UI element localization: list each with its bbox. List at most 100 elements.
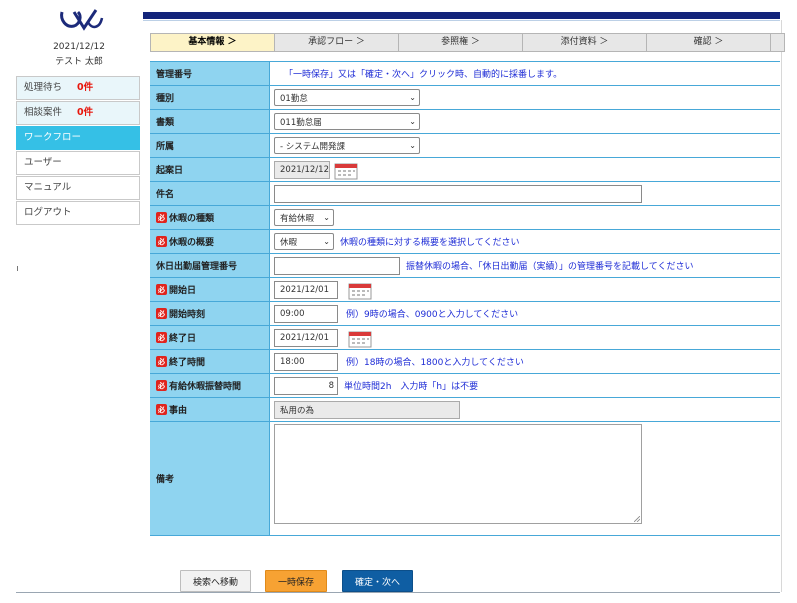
field-label: 種別 [150,86,270,109]
end-time-note: 例）18時の場合、1800と入力してください [346,358,524,368]
row-reason: 必 事由 私用の為 [150,398,780,422]
consultation-count: 0件 [77,107,94,118]
field-label: 必 事由 [150,398,270,421]
leave-summary-select[interactable]: 休暇 ⌄ [274,233,334,250]
chevron-down-icon: ⌄ [409,117,416,126]
required-badge: 必 [156,212,167,223]
calendar-icon[interactable] [334,162,358,179]
field-label: 必 終了日 [150,326,270,349]
tab-attachments[interactable]: 添付資料 ＞ [523,34,647,51]
field-label: 必 開始日 [150,278,270,301]
sidebar-item-users[interactable]: ユーザー [16,151,140,175]
step-tabs: 基本情報 ＞ 承認フロー ＞ 参照権 ＞ 添付資料 ＞ 確認 ＞ [150,33,785,52]
start-time-label: 開始時刻 [169,310,206,320]
tab-reference-rights[interactable]: 参照権 ＞ [399,34,523,51]
sidebar-item-pending[interactable]: 処理待ち 0件 [16,76,140,100]
leave-summary-note: 休暇の種類に対する概要を選択してください [340,238,520,248]
field-label: 休日出勤届管理番号 [150,254,270,277]
department-value: - システム開発課 [280,141,346,152]
document-select[interactable]: 011勤怠届 ⌄ [274,113,420,130]
tab-filler [771,34,784,51]
calendar-icon[interactable] [348,282,372,299]
header-divider [143,20,780,21]
sidebar-item-consultation[interactable]: 相談案件 0件 [16,101,140,125]
draft-date-input[interactable]: 2021/12/12 [274,160,330,179]
row-end-time: 必 終了時間 18:00 例）18時の場合、1800と入力してください [150,350,780,374]
leave-type-select[interactable]: 有給休暇 ⌄ [274,209,334,226]
row-department: 所属 - システム開発課 ⌄ [150,134,780,158]
calendar-icon[interactable] [348,330,372,347]
row-management-number: 管理番号 「一時保存」又は「確定・次へ」クリック時、自動的に採番します。 [150,62,780,86]
tab-approval-flow[interactable]: 承認フロー ＞ [275,34,399,51]
field-label: 件名 [150,182,270,205]
end-time-input[interactable]: 18:00 [274,352,338,371]
sidebar-item-label: 処理待ち [24,82,63,93]
tab-basic-info[interactable]: 基本情報 ＞ [151,34,275,51]
sidebar-item-logout[interactable]: ログアウト [16,201,140,225]
required-badge: 必 [156,284,167,295]
pending-count: 0件 [77,82,94,93]
field-label: 必 開始時刻 [150,302,270,325]
application-form: 管理番号 「一時保存」又は「確定・次へ」クリック時、自動的に採番します。 種別 … [150,61,780,536]
field-label: 起案日 [150,158,270,181]
leave-type-label: 休暇の種類 [169,214,215,224]
paid-leave-hours-input[interactable]: 8 [274,376,338,395]
leave-summary-label: 休暇の概要 [169,238,215,248]
divider [17,266,18,271]
user-name: テスト 太郎 [55,57,103,67]
reason-label: 事由 [169,406,188,416]
resize-handle-icon[interactable] [634,516,640,522]
end-time-label: 終了時間 [169,358,206,368]
field-label: 備考 [150,422,270,535]
field-label: 必 休暇の概要 [150,230,270,253]
page-edge [781,20,782,592]
start-date-input[interactable]: 2021/12/01 [274,280,338,299]
paid-leave-hours-label: 有給休暇振替時間 [169,382,242,392]
leave-summary-value: 休暇 [280,237,298,248]
end-date-label: 終了日 [169,334,197,344]
remarks-textarea[interactable] [274,424,642,524]
chevron-down-icon: ⌄ [409,93,416,102]
subject-input[interactable] [274,184,642,203]
row-start-time: 必 開始時刻 09:00 例）9時の場合、0900と入力してください [150,302,780,326]
temporary-save-button[interactable]: 一時保存 [265,570,327,592]
leave-type-value: 有給休暇 [280,213,315,224]
row-remarks: 備考 [150,422,780,536]
current-date: 2021/12/12 [53,42,105,52]
category-value: 01勤怠 [280,93,308,104]
company-logo [58,8,104,34]
category-select[interactable]: 01勤怠 ⌄ [274,89,420,106]
start-date-label: 開始日 [169,286,197,296]
row-category: 種別 01勤怠 ⌄ [150,86,780,110]
sidebar-menu: 処理待ち 0件 相談案件 0件 ワークフロー ユーザー マニュアル ログアウト [16,76,140,226]
required-badge: 必 [156,236,167,247]
required-badge: 必 [156,308,167,319]
end-date-input[interactable]: 2021/12/01 [274,328,338,347]
department-select[interactable]: - システム開発課 ⌄ [274,137,420,154]
field-label: 必 有給休暇振替時間 [150,374,270,397]
search-move-button[interactable]: 検索へ移動 [180,570,251,592]
row-document: 書類 011勤怠届 ⌄ [150,110,780,134]
field-label: 管理番号 [150,62,270,85]
sidebar-item-workflow[interactable]: ワークフロー [16,126,140,150]
field-label: 必 休暇の種類 [150,206,270,229]
required-badge: 必 [156,356,167,367]
holiday-work-note: 振替休暇の場合、「休日出勤届（実績）」の管理番号を記載してください [406,262,694,272]
sidebar-item-manual[interactable]: マニュアル [16,176,140,200]
row-leave-summary: 必 休暇の概要 休暇 ⌄ 休暇の種類に対する概要を選択してください [150,230,780,254]
field-label: 書類 [150,110,270,133]
header-bar [143,12,780,19]
document-value: 011勤怠届 [280,117,322,128]
confirm-next-button[interactable]: 確定・次へ [342,570,413,592]
field-label: 必 終了時間 [150,350,270,373]
management-number-note: 「一時保存」又は「確定・次へ」クリック時、自動的に採番します。 [284,70,563,80]
required-badge: 必 [156,332,167,343]
tab-confirm[interactable]: 確認 ＞ [647,34,771,51]
row-paid-leave-hours: 必 有給休暇振替時間 8 単位時間2h 入力時「h」は不要 [150,374,780,398]
row-end-date: 必 終了日 2021/12/01 [150,326,780,350]
start-time-input[interactable]: 09:00 [274,304,338,323]
chevron-down-icon: ⌄ [409,141,416,150]
holiday-work-number-input[interactable] [274,256,400,275]
field-label: 所属 [150,134,270,157]
reason-input[interactable]: 私用の為 [274,400,460,419]
